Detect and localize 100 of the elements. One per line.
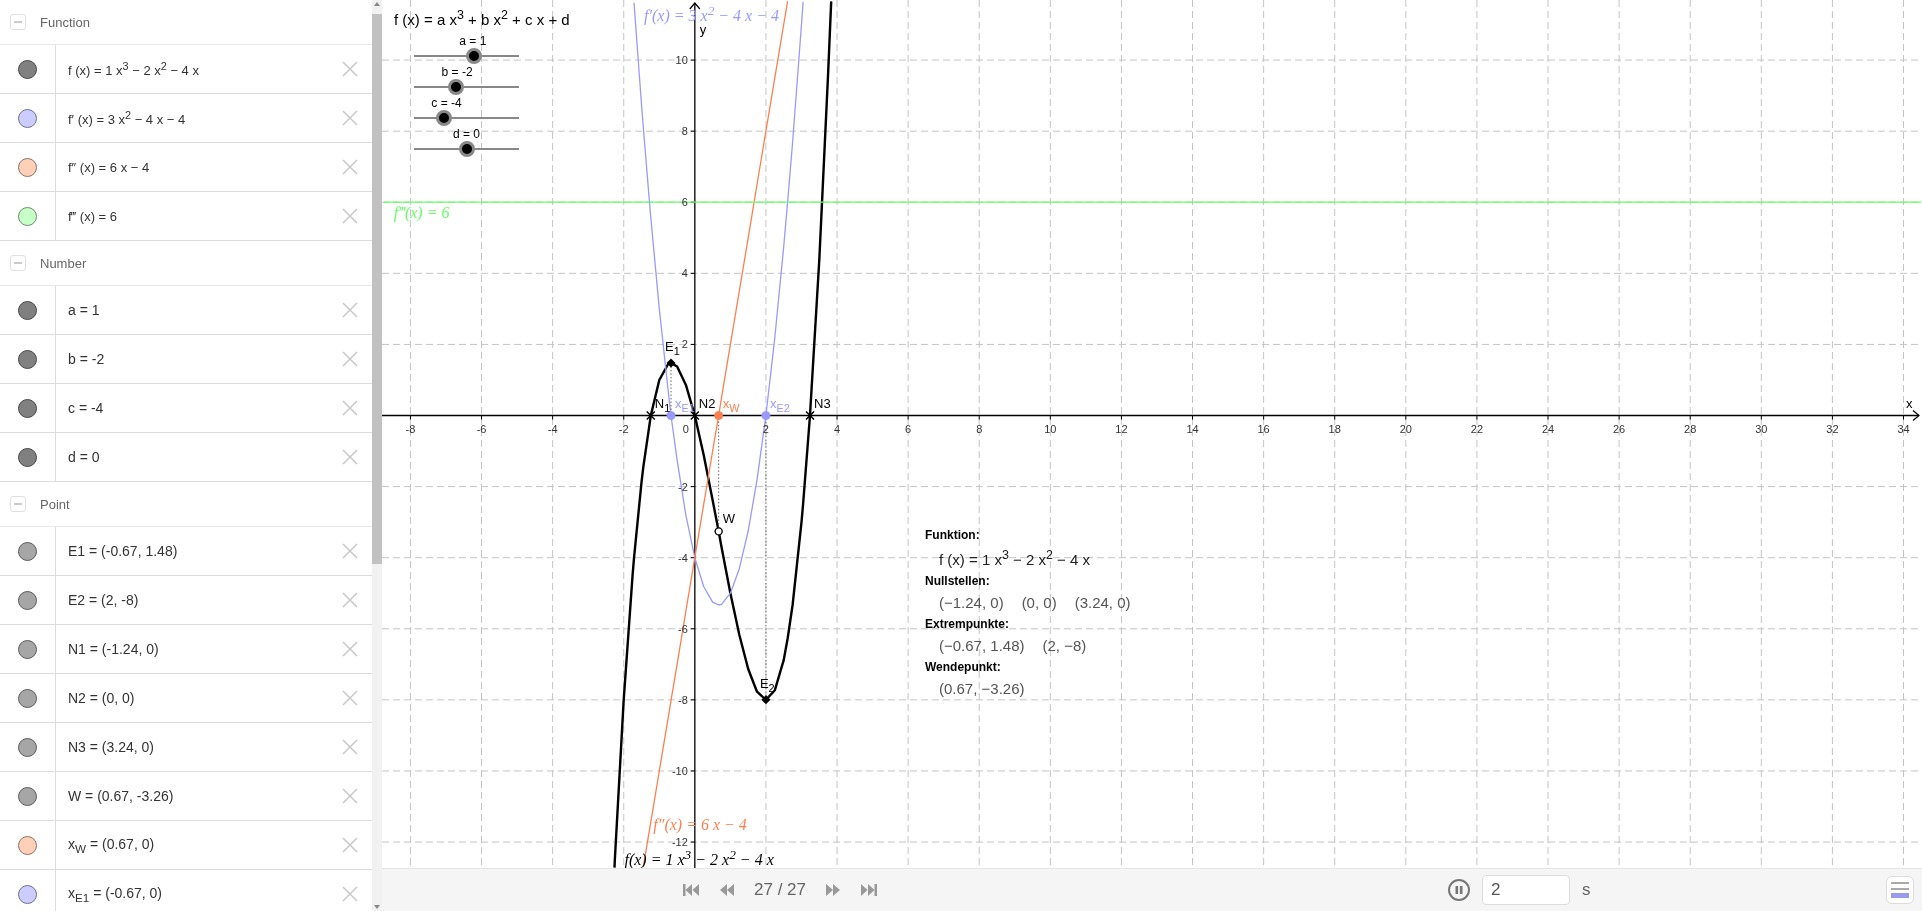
point-label: W xyxy=(722,511,735,528)
coordinate-text: (−0.67, 1.48) xyxy=(939,637,1025,654)
group-title: Point xyxy=(40,496,70,512)
visibility-toggle[interactable] xyxy=(18,639,37,659)
delete-icon[interactable] xyxy=(342,61,358,77)
curve-label: f‴(x) = 6 xyxy=(393,204,450,223)
visibility-toggle[interactable] xyxy=(18,590,37,610)
list-icon xyxy=(1889,879,1911,901)
tick-label: -12 xyxy=(671,836,688,849)
collapse-button[interactable] xyxy=(10,255,26,271)
slider-thumb[interactable] xyxy=(458,141,475,157)
algebra-view-button[interactable] xyxy=(1886,876,1914,904)
visibility-toggle[interactable] xyxy=(18,884,37,904)
delete-icon[interactable] xyxy=(342,592,358,608)
algebra-entry[interactable]: f′ (x) = 3 x$^{2}$ − 4 x − 4 xyxy=(68,108,342,128)
tick-label: -4 xyxy=(547,422,558,435)
scrollbar[interactable] xyxy=(372,0,382,911)
cross-point-icon xyxy=(690,410,700,421)
algebra-entry[interactable]: N2 = (0, 0) xyxy=(68,690,342,706)
visibility-toggle[interactable] xyxy=(18,59,37,79)
step-back-button[interactable] xyxy=(718,883,736,897)
tick-label: 2 xyxy=(681,338,688,351)
algebra-entry[interactable]: x$_{W}$ = (0.67, 0) xyxy=(68,835,342,855)
point-label: N2 xyxy=(698,395,716,412)
tick-label: 0 xyxy=(682,422,689,435)
visibility-toggle[interactable] xyxy=(18,206,37,226)
visibility-toggle[interactable] xyxy=(18,157,37,177)
diamond-point-icon xyxy=(666,358,676,368)
tick-label: 34 xyxy=(1897,422,1910,435)
visibility-toggle[interactable] xyxy=(18,398,37,418)
delete-icon[interactable] xyxy=(342,302,358,318)
delete-icon[interactable] xyxy=(342,110,358,126)
algebra-entry[interactable]: f (x) = 1 x$^{3}$ − 2 x$^{2}$ − 4 x xyxy=(68,59,342,79)
coordinate-text: (0.67, −3.26) xyxy=(939,680,1025,697)
visibility-toggle[interactable] xyxy=(18,541,37,561)
delete-icon[interactable] xyxy=(342,788,358,804)
delete-icon[interactable] xyxy=(342,641,358,657)
collapse-button[interactable] xyxy=(10,14,26,30)
point-icon xyxy=(714,527,723,536)
visibility-toggle[interactable] xyxy=(18,300,37,320)
tick-label: -4 xyxy=(678,551,688,564)
section-heading: Extrempunkte: xyxy=(925,617,1011,631)
slider-thumb[interactable] xyxy=(447,79,464,95)
scroll-up-icon[interactable] xyxy=(373,0,381,8)
delete-icon[interactable] xyxy=(342,739,358,755)
algebra-entry[interactable]: f″ (x) = 6 x − 4 xyxy=(68,159,342,175)
visibility-toggle[interactable] xyxy=(18,737,37,757)
section-heading: Funktion: xyxy=(925,528,981,542)
speed-field[interactable]: 2 xyxy=(1482,875,1570,905)
point-icon xyxy=(714,411,724,420)
scroll-down-icon[interactable] xyxy=(373,903,381,911)
scrollbar-thumb[interactable] xyxy=(372,14,382,564)
tick-label: -10 xyxy=(671,764,688,777)
algebra-entry[interactable]: N1 = (-1.24, 0) xyxy=(68,641,342,657)
delete-icon[interactable] xyxy=(342,543,358,559)
pause-button[interactable] xyxy=(1448,879,1470,901)
slider-thumb[interactable] xyxy=(465,48,482,64)
tick-label: 20 xyxy=(1399,422,1412,435)
skip-first-button[interactable] xyxy=(682,883,700,897)
skip-last-button[interactable] xyxy=(860,883,878,897)
visibility-toggle[interactable] xyxy=(18,835,37,855)
coordinate-text: (2, −8) xyxy=(1042,637,1087,654)
algebra-entry[interactable]: f‴ (x) = 6 xyxy=(68,208,342,224)
formula-text: f (x) = 1 x$^{3}$ − 2 x$^{2}$ − 4 x xyxy=(939,548,1091,568)
skip-last-icon xyxy=(860,883,878,897)
algebra-entry[interactable]: c = -4 xyxy=(68,400,342,416)
algebra-entry[interactable]: a = 1 xyxy=(68,302,342,318)
visibility-toggle[interactable] xyxy=(18,688,37,708)
visibility-toggle[interactable] xyxy=(18,447,37,467)
visibility-toggle[interactable] xyxy=(18,786,37,806)
pause-icon xyxy=(1454,885,1464,895)
delete-icon[interactable] xyxy=(342,159,358,175)
tick-label: 4 xyxy=(833,422,841,435)
algebra-entry[interactable]: E1 = (-0.67, 1.48) xyxy=(68,543,342,559)
delete-icon[interactable] xyxy=(342,837,358,853)
algebra-entry[interactable]: b = -2 xyxy=(68,351,342,367)
algebra-entry[interactable]: E2 = (2, -8) xyxy=(68,592,342,608)
delete-icon[interactable] xyxy=(342,208,358,224)
algebra-entry[interactable]: W = (0.67, -3.26) xyxy=(68,788,342,804)
tick-label: 4 xyxy=(681,267,688,280)
algebra-entry[interactable]: d = 0 xyxy=(68,449,342,465)
slider-label: b = -2 xyxy=(441,65,473,79)
delete-icon[interactable] xyxy=(342,690,358,706)
delete-icon[interactable] xyxy=(342,400,358,416)
delete-icon[interactable] xyxy=(342,449,358,465)
collapse-button[interactable] xyxy=(10,496,26,512)
slider-thumb[interactable] xyxy=(435,110,452,126)
visibility-toggle[interactable] xyxy=(18,349,37,369)
tick-label: 8 xyxy=(681,125,688,138)
algebra-entry[interactable]: x$_{E1}$ = (-0.67, 0) xyxy=(68,884,342,904)
algebra-entry[interactable]: N3 = (3.24, 0) xyxy=(68,739,342,755)
delete-icon[interactable] xyxy=(342,886,358,902)
visibility-toggle[interactable] xyxy=(18,108,37,128)
tick-label: 14 xyxy=(1186,422,1199,435)
tick-label: 6 xyxy=(905,422,912,435)
coordinate-text: (0, 0) xyxy=(1021,594,1057,611)
formula-text: f (x) = a x$^{3}$ + b x$^{2}$ + c x + d xyxy=(394,8,570,28)
tick-label: -8 xyxy=(405,422,416,435)
delete-icon[interactable] xyxy=(342,351,358,367)
step-forward-button[interactable] xyxy=(824,883,842,897)
